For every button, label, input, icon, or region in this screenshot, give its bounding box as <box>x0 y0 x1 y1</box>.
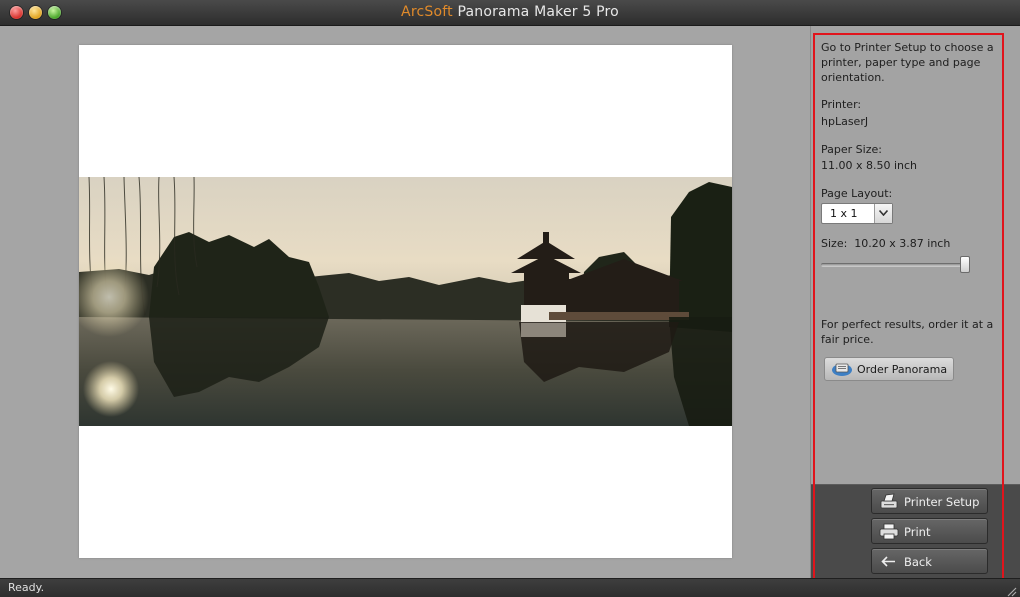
title-brand: ArcSoft <box>401 4 453 20</box>
printer-label: Printer: <box>821 98 862 111</box>
preview-page <box>79 45 732 558</box>
title-bar: ArcSoft Panorama Maker 5 Pro <box>0 0 1020 26</box>
print-options-panel: Go to Printer Setup to choose a printer,… <box>810 26 1020 578</box>
page-layout-value: 1 x 1 <box>830 207 858 220</box>
printer-setup-hint: Go to Printer Setup to choose a printer,… <box>821 41 994 84</box>
printer-setup-button[interactable]: Printer Setup <box>871 488 988 514</box>
paper-size-value: 11.00 x 8.50 inch <box>821 159 918 172</box>
size-slider-thumb[interactable] <box>959 256 970 273</box>
size-slider-track[interactable] <box>821 263 969 267</box>
status-text: Ready. <box>8 581 45 594</box>
resize-grip-icon[interactable] <box>1005 582 1017 597</box>
status-bar: Ready. <box>0 578 1020 597</box>
arrow-left-icon <box>879 553 899 574</box>
action-buttons-area: Printer Setup Print Back <box>811 484 1020 578</box>
size-label: Size: <box>821 237 848 250</box>
size-row: Size: 10.20 x 3.87 inch <box>821 236 950 251</box>
page-layout-select[interactable]: 1 x 1 <box>821 203 893 224</box>
panorama-picture <box>79 177 732 426</box>
print-preview-canvas <box>0 26 810 578</box>
paper-size-label: Paper Size: <box>821 143 882 156</box>
window-title: ArcSoft Panorama Maker 5 Pro <box>0 4 1020 20</box>
printer-order-icon <box>831 361 853 381</box>
title-app-name: Panorama Maker 5 Pro <box>452 4 619 20</box>
printer-setup-label: Printer Setup <box>904 495 980 509</box>
order-note: For perfect results, order it at a fair … <box>821 318 994 346</box>
printer-setup-icon <box>879 493 899 514</box>
print-button[interactable]: Print <box>871 518 988 544</box>
back-label: Back <box>904 555 932 569</box>
order-panorama-label: Order Panorama <box>857 363 948 376</box>
chevron-down-icon[interactable] <box>874 204 892 223</box>
panorama-image <box>79 177 732 426</box>
order-panorama-button[interactable]: Order Panorama <box>824 357 954 381</box>
page-layout-label: Page Layout: <box>821 187 893 200</box>
size-slider[interactable] <box>821 255 970 275</box>
size-value: 10.20 x 3.87 inch <box>854 237 951 250</box>
back-button[interactable]: Back <box>871 548 988 574</box>
print-label: Print <box>904 525 931 539</box>
printer-value: hpLaserJ <box>821 115 869 128</box>
printer-icon <box>879 523 899 544</box>
